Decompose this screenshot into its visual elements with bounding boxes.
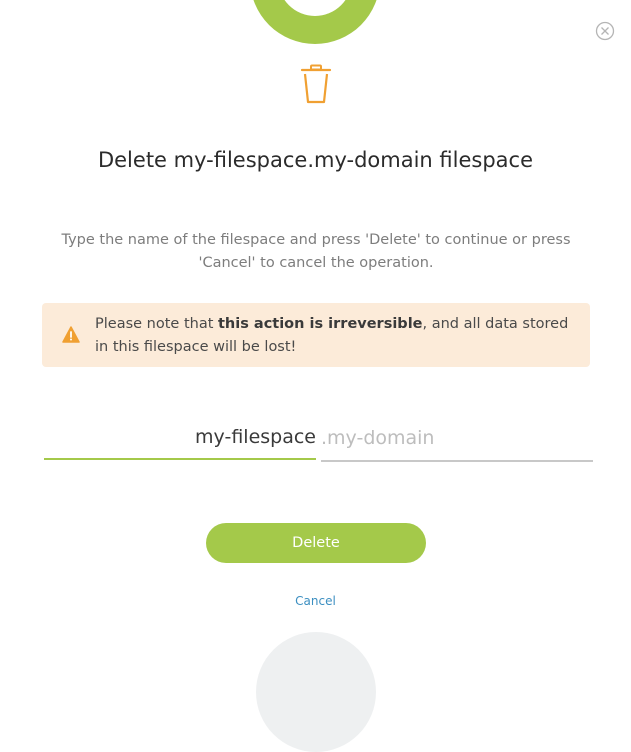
domain-suffix: .my-domain <box>321 420 593 462</box>
warning-banner: Please note that this action is irrevers… <box>42 303 590 367</box>
warning-text-before: Please note that <box>95 316 218 332</box>
warning-text: Please note that this action is irrevers… <box>95 313 575 359</box>
dialog-title: Delete my-filespace.my-domain filespace <box>97 148 534 172</box>
cancel-link[interactable]: Cancel <box>0 594 631 608</box>
trash-icon <box>300 64 332 104</box>
delete-button[interactable]: Delete <box>206 523 426 563</box>
warning-text-bold: this action is irreversible <box>218 316 423 332</box>
warning-icon <box>62 326 80 343</box>
instructions-text: Type the name of the filespace and press… <box>61 232 571 271</box>
filespace-name-input[interactable] <box>44 420 316 460</box>
close-icon[interactable] <box>595 21 615 41</box>
footer-decoration-circle <box>256 632 376 752</box>
header-decoration-circle <box>250 0 380 44</box>
